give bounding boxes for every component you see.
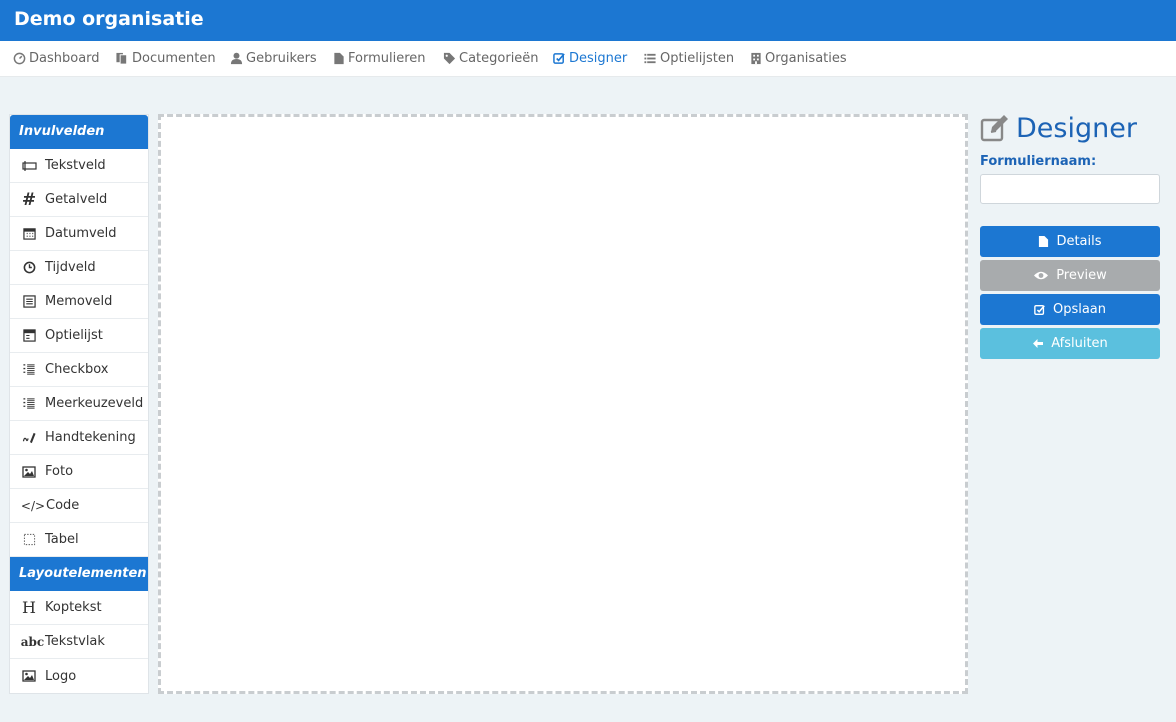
toolbox-item-label: Handtekening [45,430,136,445]
documents-icon [116,52,128,65]
nav-designer-label: Designer [569,51,628,66]
nav-optielijsten[interactable]: Optielijsten [643,51,734,66]
nav-documenten-label: Documenten [132,51,216,66]
toolbox-item-tabel[interactable]: Tabel [10,523,148,557]
toolbox-item-tekstvlak[interactable]: abc Tekstvlak [10,625,148,659]
toolbox-item-label: Tijdveld [45,260,96,275]
form-name-input[interactable] [980,174,1160,204]
eye-icon [1034,271,1049,280]
toolbox-item-label: Getalveld [45,192,108,207]
toolbox-item-label: Datumveld [45,226,117,241]
toolbox-panel: Invulvelden Tekstveld # Getalveld Datumv… [9,114,149,694]
toolbox-item-foto[interactable]: Foto [10,455,148,489]
toolbox-item-getalveld[interactable]: # Getalveld [10,183,148,217]
top-bar: Demo organisatie [0,0,1176,41]
multichoice-icon [21,396,37,412]
toolbox-item-checkbox[interactable]: Checkbox [10,353,148,387]
nav-optielijsten-label: Optielijsten [660,51,735,66]
user-icon [230,52,243,65]
toolbox-item-label: Koptekst [45,600,102,615]
nav-gebruikers[interactable]: Gebruikers [230,51,317,66]
file-icon [334,52,344,65]
nav-formulieren[interactable]: Formulieren [333,51,426,66]
close-button[interactable]: Afsluiten [980,328,1160,359]
save-button-label: Opslaan [1052,302,1107,317]
nav-formulieren-label: Formulieren [348,51,426,66]
building-icon [751,52,761,65]
calendar-icon [21,226,37,242]
toolbox-item-label: Tekstveld [45,158,106,173]
details-button-label: Details [1056,234,1102,249]
nav-dashboard[interactable]: Dashboard [13,51,100,66]
toolbox-item-label: Foto [45,464,74,479]
dashboard-icon [13,52,26,65]
toolbox-item-label: Code [46,498,80,513]
textfield-icon [21,158,37,174]
nav-organisaties-label: Organisaties [765,51,847,66]
nav-designer[interactable]: Designer [553,51,627,66]
nav-dashboard-label: Dashboard [29,51,100,66]
edit-icon [980,115,1008,142]
toolbox-item-handtekening[interactable]: Handtekening [10,421,148,455]
preview-button[interactable]: Preview [980,260,1160,291]
file-icon [1039,236,1049,247]
toolbox-item-datumveld[interactable]: Datumveld [10,217,148,251]
toolbox-item-label: Meerkeuzeveld [45,396,144,411]
toolbox-header-input-fields: Invulvelden [10,115,148,149]
designer-canvas-dropzone[interactable] [158,114,968,694]
hash-icon: # [21,189,37,210]
textblock-icon: abc [20,634,45,649]
edit-icon [553,53,565,64]
toolbox-item-label: Tekstvlak [45,634,105,649]
toolbox-header-layout-elements: Layoutelementen [10,557,148,591]
checklist-icon [21,362,37,378]
image-icon [21,668,37,684]
memo-icon [21,294,37,310]
save-button[interactable]: Opslaan [980,294,1160,325]
nav-categorieen[interactable]: Categorieën [443,51,539,66]
nav-organisaties[interactable]: Organisaties [750,51,847,66]
check-square-icon [1034,304,1045,315]
nav-gebruikers-label: Gebruikers [246,51,317,66]
toolbox-item-label: Tabel [45,532,79,547]
toolbox-item-tijdveld[interactable]: Tijdveld [10,251,148,285]
close-button-label: Afsluiten [1051,336,1108,351]
toolbox-item-optielijst[interactable]: Optielijst [10,319,148,353]
app-title: Demo organisatie [14,8,204,30]
tag-icon [443,52,456,65]
select-icon [21,328,37,344]
toolbox-item-meerkeuzeveld[interactable]: Meerkeuzeveld [10,387,148,421]
page-title: Designer [1016,112,1137,144]
toolbox-item-tekstveld[interactable]: Tekstveld [10,149,148,183]
nav-documenten[interactable]: Documenten [115,51,216,66]
main-nav: Dashboard Documenten Gebruikers Formulie… [0,41,1176,77]
form-name-label: Formuliernaam: [980,154,1097,169]
table-icon [21,532,37,548]
list-icon [644,53,656,64]
toolbox-item-label: Memoveld [45,294,113,309]
preview-button-label: Preview [1056,268,1107,283]
nav-categorieen-label: Categorieën [459,51,539,66]
toolbox-item-label: Logo [45,668,77,684]
arrow-left-icon [1033,339,1044,348]
signature-icon [21,430,37,446]
heading-icon: H [22,598,36,617]
code-icon: </> [20,498,46,513]
toolbox-item-koptekst[interactable]: H Koptekst [10,591,148,625]
toolbox-item-label: Checkbox [45,362,109,377]
toolbox-item-code[interactable]: </> Code [10,489,148,523]
clock-icon [21,260,37,276]
toolbox-item-memoveld[interactable]: Memoveld [10,285,148,319]
designer-heading: Designer [980,110,1160,146]
image-icon [21,464,37,480]
details-button[interactable]: Details [980,226,1160,257]
designer-panel: Designer Formuliernaam: Details Preview … [980,110,1160,359]
toolbox-item-logo[interactable]: Logo [10,659,148,693]
toolbox-item-label: Optielijst [45,328,103,343]
